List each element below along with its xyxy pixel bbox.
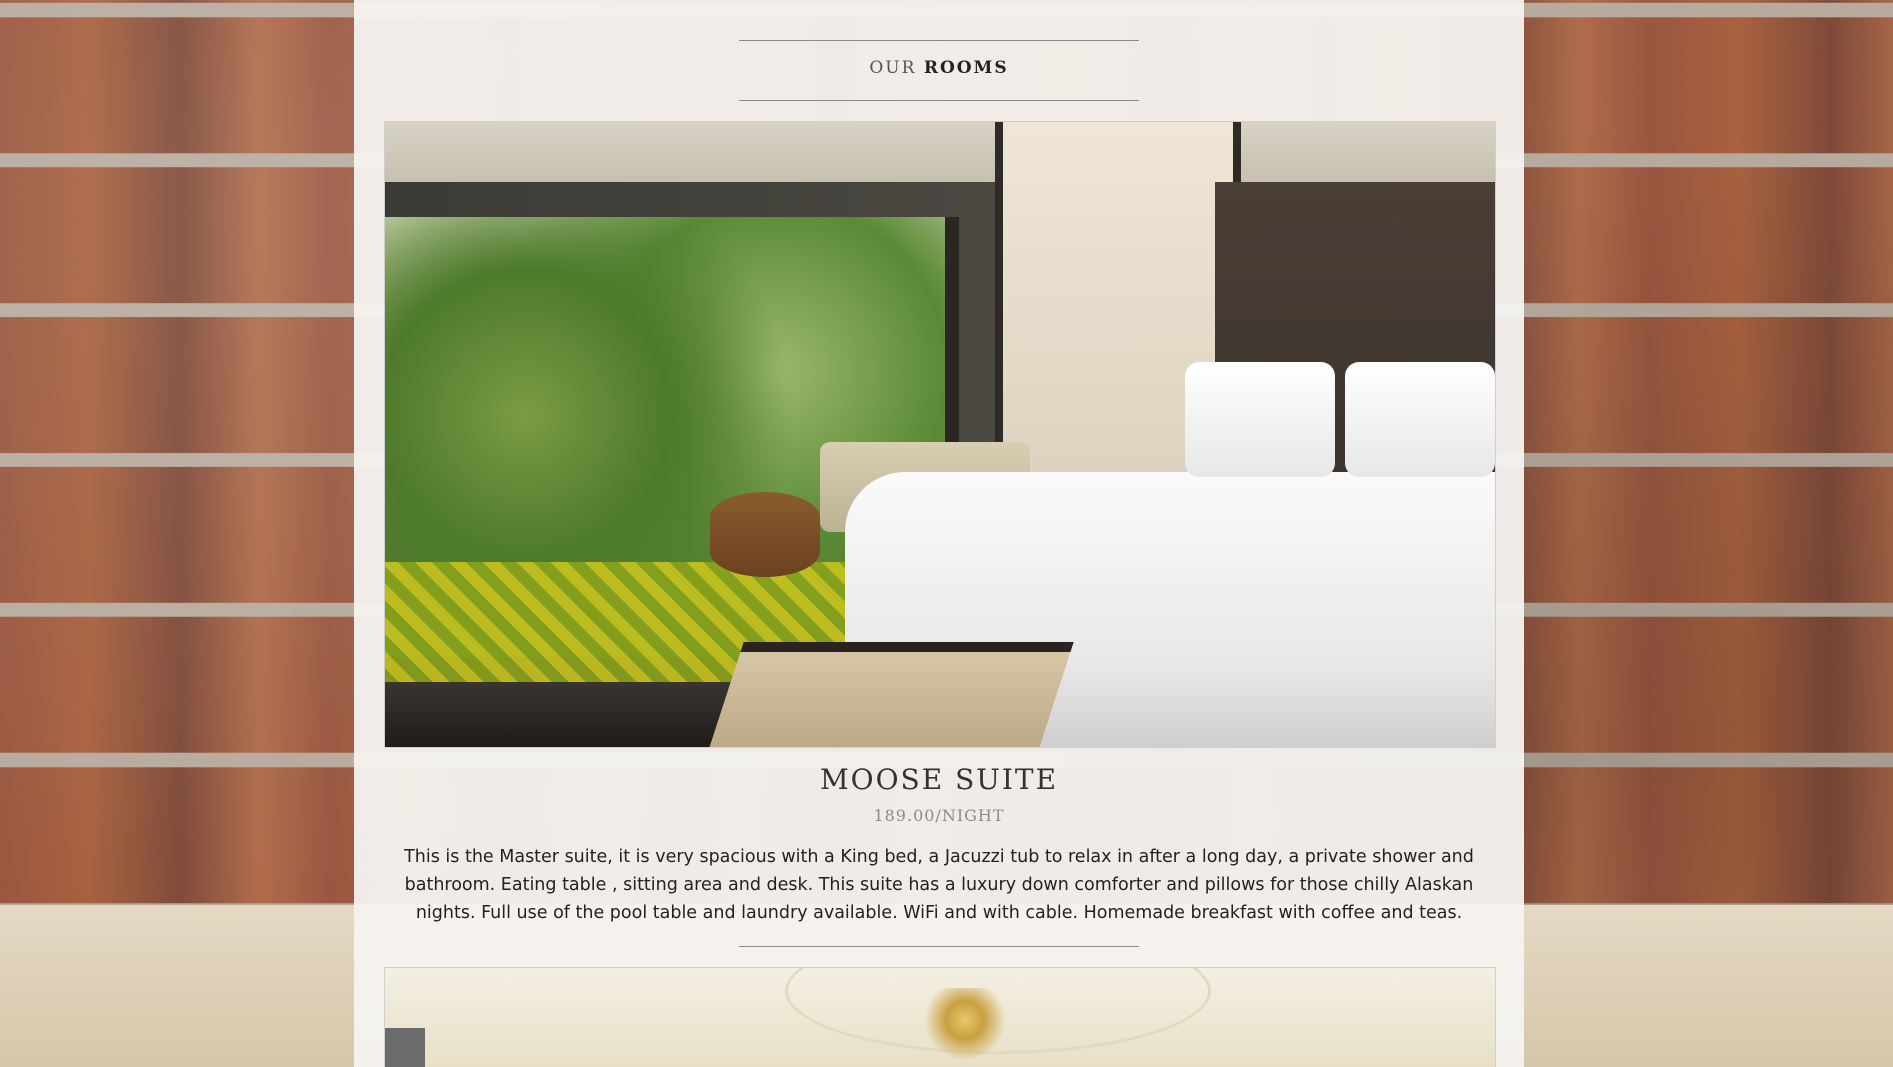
room-description: This is the Master suite, it is very spa… — [404, 847, 1474, 923]
title-top-divider — [739, 40, 1139, 41]
photo-ceiling — [385, 122, 1495, 182]
room-name: MOOSE SUITE — [819, 763, 1059, 796]
title-bottom-divider — [739, 100, 1139, 101]
room-divider — [739, 946, 1139, 947]
next-room-photo[interactable] — [384, 967, 1496, 1067]
photo-ottoman — [710, 492, 820, 577]
photo-pillow — [1185, 362, 1335, 477]
rooms-content-panel: OUR ROOMS MOOSE SUITE 189.00/NIGHT This … — [354, 0, 1524, 1067]
room-price: 189.00/NIGHT — [873, 806, 1005, 825]
section-title-strong: ROOMS — [923, 58, 1009, 78]
photo-drape — [385, 1028, 425, 1067]
photo-bench — [706, 642, 1074, 747]
section-title-light: OUR — [869, 58, 917, 78]
moose-suite-photo[interactable] — [384, 121, 1496, 748]
photo-pillow — [1345, 362, 1495, 477]
photo-chandelier — [925, 988, 1005, 1067]
section-title: OUR ROOMS — [354, 58, 1524, 78]
